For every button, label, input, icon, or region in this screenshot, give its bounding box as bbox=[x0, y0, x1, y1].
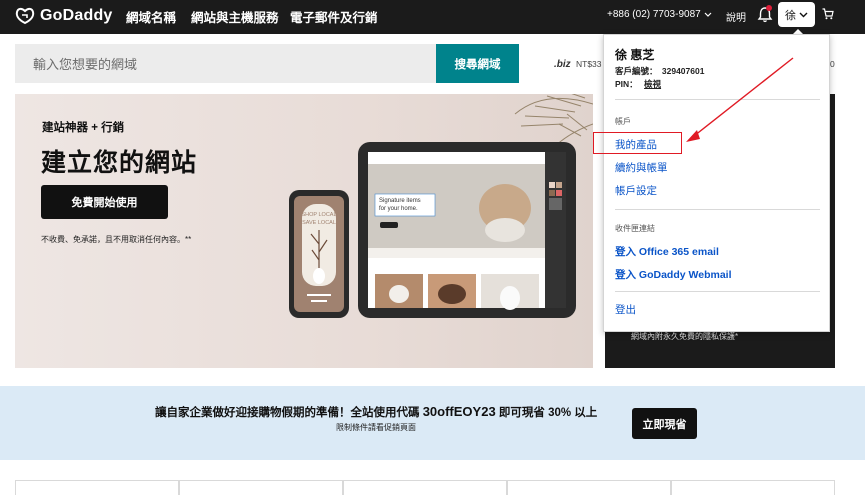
hero-disclaimer: 不收費、免承諾，且不用取消任何內容。** bbox=[41, 235, 192, 244]
tld-price-right: 0 bbox=[830, 59, 835, 69]
product-card bbox=[671, 480, 835, 495]
shopping-cart-icon[interactable] bbox=[822, 8, 834, 20]
section-account: 帳戶 bbox=[615, 117, 631, 126]
customer-number-label: 客戶編號： bbox=[615, 66, 658, 76]
help-link[interactable]: 說明 bbox=[726, 9, 746, 24]
nav-websites-hosting[interactable]: 網站與主機服務 bbox=[191, 7, 279, 26]
account-menu-button[interactable]: 徐 bbox=[778, 2, 815, 27]
phone-text: +886 (02) 7703-9087 bbox=[607, 9, 701, 20]
promo-code: 30offEOY23 bbox=[422, 404, 496, 419]
account-initial: 徐 bbox=[785, 9, 796, 22]
annotation-highlight-box bbox=[593, 132, 682, 154]
search-domain-button[interactable]: 搜尋網域 bbox=[436, 44, 519, 83]
save-now-button[interactable]: 立即現省 bbox=[632, 408, 697, 439]
domain-search-input[interactable]: 輸入您想要的網域 bbox=[15, 44, 436, 83]
webmail-login-link[interactable]: 登入 GoDaddy Webmail bbox=[615, 267, 732, 282]
product-card bbox=[15, 480, 179, 495]
promo-text: 網域內附永久免費的隱私保護* bbox=[631, 332, 739, 341]
start-free-button[interactable]: 免費開始使用 bbox=[41, 185, 168, 219]
tld-label: .biz bbox=[554, 59, 571, 70]
renewals-billing-link[interactable]: 續約與帳單 bbox=[615, 160, 668, 175]
banner-text-after: 即可現省 30% 以上 bbox=[495, 407, 598, 419]
promo-banner: 讓自家企業做好迎接購物假期的準備！全站使用代碼 30offEOY23 即可現省 … bbox=[0, 386, 865, 460]
product-card bbox=[343, 480, 507, 495]
godaddy-logo-icon bbox=[15, 7, 35, 25]
banner-terms-link[interactable]: 限制條件請看促銷頁面 bbox=[336, 422, 416, 433]
section-inbox-links: 收件匣連結 bbox=[615, 224, 655, 233]
website-builder-mockup: Signature items for your home. SHOP LOCA… bbox=[289, 94, 593, 318]
notification-badge bbox=[766, 5, 772, 11]
customer-number: 客戶編號： 329407601 bbox=[615, 65, 704, 77]
product-card bbox=[179, 480, 343, 495]
pin-label: PIN： bbox=[615, 79, 638, 89]
sign-out-link[interactable]: 登出 bbox=[615, 302, 636, 317]
account-holder-name: 徐 惠芝 bbox=[615, 48, 655, 62]
top-navigation-bar: GoDaddy 網域名稱 網站與主機服務 電子郵件及行銷 +886 (02) 7… bbox=[0, 0, 865, 34]
banner-headline: 讓自家企業做好迎接購物假期的準備！全站使用代碼 30offEOY23 即可現省 … bbox=[155, 404, 597, 420]
godaddy-logo[interactable]: GoDaddy bbox=[14, 4, 113, 28]
tld-price: NT$33 bbox=[576, 59, 602, 69]
nav-domains[interactable]: 網域名稱 bbox=[126, 7, 176, 26]
menu-divider bbox=[615, 291, 820, 292]
product-card bbox=[507, 480, 671, 495]
svg-text:SHOP LOCAL: SHOP LOCAL bbox=[301, 212, 336, 218]
banner-text-before: 讓自家企業做好迎接購物假期的準備！全站使用代碼 bbox=[155, 407, 423, 419]
pin-row: PIN： 檢視 bbox=[615, 78, 661, 90]
account-dropdown-menu: 徐 惠芝 客戶編號： 329407601 PIN： 檢視 帳戶 我的產品 續約與… bbox=[603, 34, 830, 332]
search-placeholder: 輸入您想要的網域 bbox=[33, 57, 138, 72]
menu-divider bbox=[615, 209, 820, 210]
account-settings-link[interactable]: 帳戶設定 bbox=[615, 183, 657, 198]
chevron-down-icon bbox=[799, 12, 808, 17]
svg-text:for your home.: for your home. bbox=[379, 206, 418, 212]
nav-email-marketing[interactable]: 電子郵件及行銷 bbox=[290, 7, 378, 26]
hero-kicker: 建站神器 + 行銷 bbox=[42, 122, 125, 134]
office365-login-link[interactable]: 登入 Office 365 email bbox=[615, 244, 719, 259]
chevron-down-icon bbox=[704, 12, 712, 17]
menu-divider bbox=[615, 99, 820, 100]
svg-text:SAVE LOCAL: SAVE LOCAL bbox=[302, 220, 336, 226]
hero-title: 建立您的網站 bbox=[41, 149, 198, 177]
pin-view-link[interactable]: 檢視 bbox=[644, 79, 661, 89]
hero-banner: 建站神器 + 行銷 建立您的網站 免費開始使用 不收費、免承諾，且不用取消任何內… bbox=[15, 94, 593, 368]
phone-number[interactable]: +886 (02) 7703-9087 bbox=[607, 9, 712, 20]
svg-text:Signature items: Signature items bbox=[379, 198, 421, 204]
customer-number-value: 329407601 bbox=[661, 66, 705, 76]
logo-wordmark: GoDaddy bbox=[40, 7, 113, 24]
